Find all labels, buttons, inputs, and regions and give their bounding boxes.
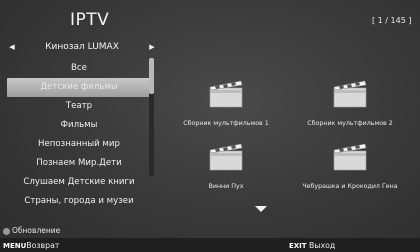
grid-item[interactable]: Винни Пух — [166, 141, 286, 203]
exit-label: Выход — [309, 241, 336, 250]
back-label: Возврат — [26, 241, 60, 250]
exit-key-label: EXIT — [289, 242, 307, 250]
menu-scrollbar[interactable] — [149, 58, 154, 176]
scrollbar-thumb[interactable] — [149, 58, 154, 94]
category-menu: ◀ Кинозал LUMAX ▶ Все Детские фильмы Теа… — [5, 37, 159, 206]
category-label: Кинозал LUMAX — [45, 42, 119, 52]
hint-bar: Обновление — [0, 226, 420, 238]
menu-key-label: MENU — [3, 242, 27, 250]
grid-item-title: Сборник мультфильмов 1 — [183, 120, 269, 127]
genre-item[interactable]: Непознанный мир — [5, 135, 153, 154]
category-selector[interactable]: ◀ Кинозал LUMAX ▶ — [5, 37, 159, 57]
grid-item[interactable]: Сборник мультфильмов 2 — [290, 78, 410, 140]
grid-item[interactable]: Чебурашка и Крокодил Гена — [290, 141, 410, 203]
grid-item-title: Винни Пух — [208, 183, 244, 190]
grid-item-title: Чебурашка и Крокодил Гена — [302, 183, 398, 190]
genre-list: Все Детские фильмы Театр Фильмы Непознан… — [5, 59, 153, 211]
clapperboard-icon — [209, 143, 243, 171]
clapperboard-icon — [333, 143, 367, 171]
refresh-hint[interactable]: Обновление — [12, 226, 60, 235]
grid-item-title: Сборник мультфильмов 2 — [307, 120, 393, 127]
page-counter: [ 1 / 145 ] — [372, 16, 412, 25]
refresh-key-icon — [3, 228, 10, 235]
genre-item[interactable]: Страны, города и музеи — [5, 192, 153, 211]
footer-bar: MENUВозврат EXIT Выход — [0, 238, 420, 252]
genre-item[interactable]: Все — [5, 59, 153, 78]
genre-item[interactable]: Фильмы — [5, 116, 153, 135]
clapperboard-icon — [333, 80, 367, 108]
back-hint[interactable]: MENUВозврат — [3, 241, 59, 250]
genre-item-selected[interactable]: Детские фильмы — [7, 78, 151, 97]
genre-item[interactable]: Театр — [5, 97, 153, 116]
page-title: IPTV — [70, 10, 110, 30]
genre-item[interactable]: Слушаем Детские книги — [5, 173, 153, 192]
triangle-right-icon[interactable]: ▶ — [145, 43, 159, 51]
exit-hint[interactable]: EXIT Выход — [289, 241, 335, 250]
genre-item[interactable]: Познаем Мир.Дети — [5, 154, 153, 173]
clapperboard-icon — [209, 80, 243, 108]
grid-item[interactable]: Сборник мультфильмов 1 — [166, 78, 286, 140]
triangle-left-icon[interactable]: ◀ — [5, 43, 19, 51]
triangle-down-icon[interactable] — [255, 206, 267, 212]
tv-screen: IPTV [ 1 / 145 ] ◀ Кинозал LUMAX ▶ Все Д… — [0, 0, 420, 252]
